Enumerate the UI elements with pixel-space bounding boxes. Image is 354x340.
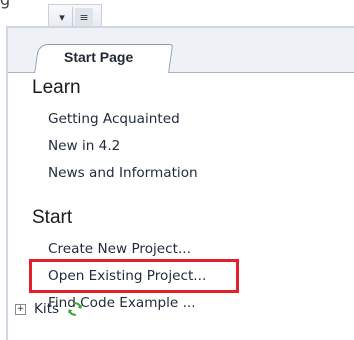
kits-label: Kits <box>34 301 60 317</box>
start-page-window: g ▾ ≡ Start Page Learn Getting Acquainte… <box>0 0 354 340</box>
link-create-new-project[interactable]: Create New Project... <box>48 241 191 257</box>
link-new-in-4-2[interactable]: New in 4.2 <box>48 138 120 154</box>
dropdown-pin-icon[interactable]: ▾ <box>53 8 71 26</box>
expand-plus-icon[interactable]: + <box>15 303 26 315</box>
clipped-top-text: g <box>0 0 10 9</box>
toolbar-menu-icon[interactable]: ≡ <box>75 8 93 26</box>
link-news-and-information[interactable]: News and Information <box>48 165 198 181</box>
refresh-icon[interactable] <box>67 301 83 317</box>
tab-strip: Start Page <box>8 28 354 74</box>
tree-row-kits[interactable]: + Kits <box>15 300 83 318</box>
start-heading: Start <box>32 207 73 228</box>
find-code-example-highlight <box>29 259 239 293</box>
tab-start-page-label: Start Page <box>64 49 134 65</box>
link-getting-acquainted[interactable]: Getting Acquainted <box>48 111 180 127</box>
toolbar-separator <box>72 7 73 27</box>
learn-heading: Learn <box>32 77 81 98</box>
